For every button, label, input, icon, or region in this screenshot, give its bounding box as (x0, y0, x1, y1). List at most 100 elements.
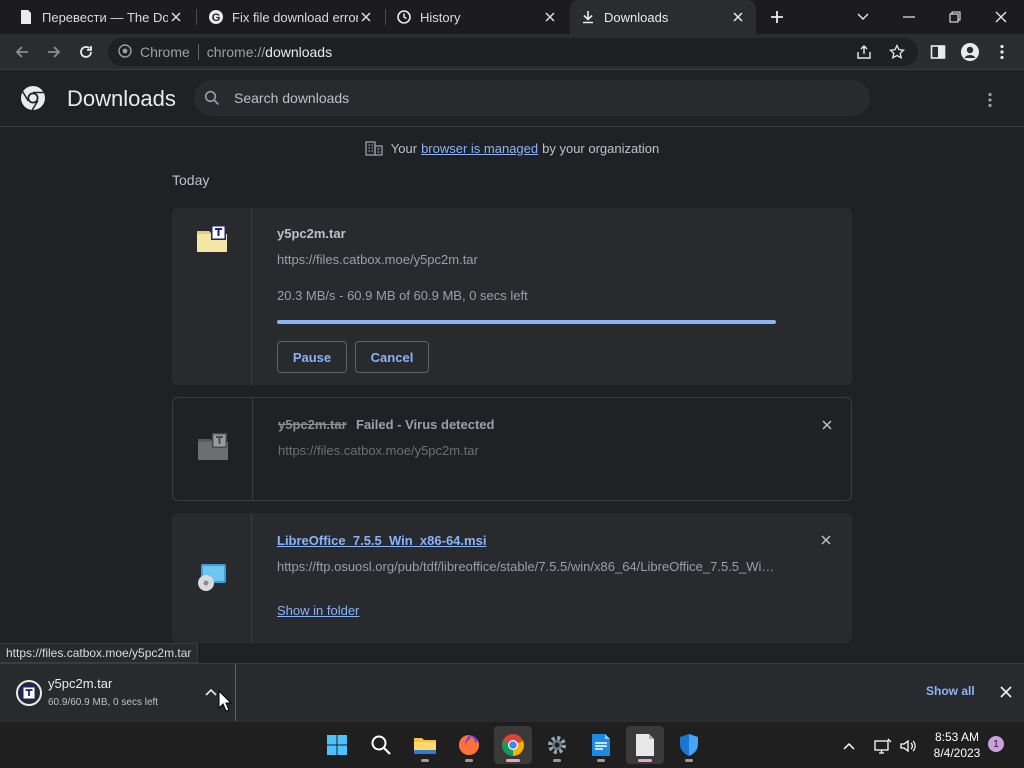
managed-text-before: Your (390, 140, 418, 156)
close-icon (822, 420, 832, 430)
download-item-complete: LibreOffice_7.5.5_Win_x86-64.msi https:/… (172, 513, 852, 643)
folder-icon (414, 738, 436, 754)
close-tab-icon[interactable] (358, 9, 374, 25)
tab-downloads[interactable]: Downloads (570, 0, 756, 34)
start-button[interactable] (318, 726, 356, 764)
close-tab-icon[interactable] (730, 9, 746, 25)
menu-button[interactable] (990, 40, 1014, 64)
writer-button[interactable] (582, 726, 620, 764)
running-indicator (553, 759, 561, 762)
search-input[interactable] (234, 90, 834, 106)
close-icon (995, 11, 1007, 23)
tar-file-icon (195, 224, 229, 385)
clock-date: 8/4/2023 (933, 746, 981, 760)
document-icon (18, 9, 34, 25)
arrow-right-icon (48, 46, 61, 58)
google-icon: G (208, 9, 224, 25)
download-item-failed: y5pc2m.tar Failed - Virus detected https… (172, 397, 852, 501)
close-shelf-button[interactable] (998, 684, 1014, 700)
download-progress-bar (277, 320, 776, 324)
file-icon-column (172, 513, 252, 643)
remove-item-button[interactable] (817, 415, 837, 435)
show-in-folder-link[interactable]: Show in folder (277, 603, 359, 618)
running-indicator (638, 759, 652, 762)
address-bar[interactable]: Chrome chrome:// downloads (108, 38, 918, 66)
reload-button[interactable] (74, 40, 98, 64)
close-tab-icon[interactable] (542, 9, 558, 25)
file-name: y5pc2m.tar (278, 417, 347, 432)
new-tab-button[interactable] (766, 7, 788, 27)
share-icon (857, 45, 871, 59)
shelf-file-status: 60.9/60.9 MB, 0 secs left (48, 697, 159, 708)
tab-history[interactable]: History (386, 0, 568, 34)
search-downloads[interactable] (194, 80, 870, 116)
file-explorer-button[interactable] (406, 726, 444, 764)
downloads-header: Downloads (0, 71, 1024, 127)
restore-icon (949, 11, 961, 23)
show-all-button[interactable]: Show all (926, 684, 975, 698)
settings-button[interactable] (538, 726, 576, 764)
msi-installer-icon (196, 563, 228, 643)
mouse-cursor-icon (218, 689, 233, 712)
document-app-button[interactable] (626, 726, 664, 764)
chrome-taskbar-button[interactable] (494, 726, 532, 764)
notification-badge[interactable]: 1 (988, 736, 1004, 752)
tab-fix-download-errors[interactable]: G Fix file download errors (198, 0, 384, 34)
firefox-button[interactable] (450, 726, 488, 764)
gear-icon (548, 736, 566, 754)
network-button[interactable] (874, 722, 892, 768)
running-indicator (506, 759, 520, 762)
writer-document-icon (592, 734, 610, 756)
date-heading: Today (172, 172, 210, 188)
clock-time: 8:53 AM (934, 730, 980, 744)
tab-translate[interactable]: Перевести — The Doc (8, 0, 194, 34)
network-icon (874, 738, 892, 754)
shelf-download-item[interactable]: y5pc2m.tar 60.9/60.9 MB, 0 secs left (0, 664, 236, 722)
kebab-menu-icon (1000, 44, 1004, 60)
search-icon (371, 735, 391, 755)
url-scheme: chrome:// (206, 44, 266, 60)
close-tab-icon[interactable] (168, 9, 184, 25)
pause-button[interactable]: Pause (277, 341, 347, 373)
download-shelf: y5pc2m.tar 60.9/60.9 MB, 0 secs left Sho… (0, 663, 1024, 722)
search-taskbar-button[interactable] (362, 726, 400, 764)
volume-button[interactable] (899, 722, 917, 768)
blank-document-icon (636, 734, 654, 756)
windows-taskbar: 8:53 AM 8/4/2023 (0, 721, 1024, 768)
profile-button[interactable] (958, 40, 982, 64)
restore-button[interactable] (932, 0, 978, 34)
minimize-icon (903, 16, 915, 18)
omnibox-divider (197, 44, 199, 60)
forward-button[interactable] (42, 40, 66, 64)
remove-item-button[interactable] (816, 530, 836, 550)
tab-search-button[interactable] (840, 0, 886, 34)
page-title: Downloads (67, 86, 176, 111)
star-icon (889, 44, 905, 60)
running-indicator (421, 759, 429, 762)
file-icon-column (173, 398, 253, 500)
tar-file-icon (16, 680, 42, 706)
back-button[interactable] (10, 40, 34, 64)
bookmark-button[interactable] (889, 38, 905, 66)
tar-file-icon-disabled (196, 432, 230, 500)
progress-fill (277, 320, 776, 324)
cancel-button[interactable]: Cancel (355, 341, 429, 373)
tab-title: Fix file download errors (232, 9, 358, 25)
show-hidden-icons-button[interactable] (842, 722, 856, 768)
close-window-button[interactable] (978, 0, 1024, 34)
security-button[interactable] (670, 726, 708, 764)
file-name-link[interactable]: LibreOffice_7.5.5_Win_x86-64.msi (277, 533, 486, 548)
side-panel-button[interactable] (926, 40, 950, 64)
svg-text:G: G (212, 12, 221, 24)
minimize-button[interactable] (886, 0, 932, 34)
share-button[interactable] (856, 38, 872, 66)
browser-managed-link[interactable]: browser is managed (421, 141, 538, 156)
download-status: 20.3 MB/s - 60.9 MB of 60.9 MB, 0 secs l… (277, 288, 528, 303)
download-item-in-progress: y5pc2m.tar https://files.catbox.moe/y5pc… (172, 208, 852, 385)
failed-status: Failed - Virus detected (356, 417, 495, 432)
shield-icon (680, 734, 698, 756)
system-clock[interactable]: 8:53 AM 8/4/2023 (926, 729, 988, 761)
tab-strip: Перевести — The Doc G Fix file download … (0, 0, 1024, 34)
chevron-up-icon (843, 742, 855, 750)
downloads-menu-button[interactable] (978, 88, 1002, 112)
